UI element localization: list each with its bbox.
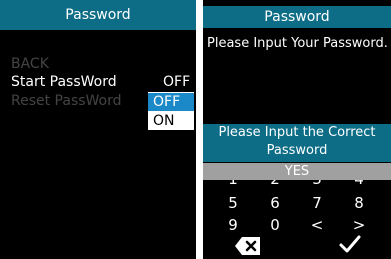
keypad-key-0[interactable]: 0 — [265, 216, 285, 234]
checkmark-icon[interactable] — [338, 233, 362, 255]
error-message: Please Input the Correct Password — [203, 124, 391, 162]
menu-item-back[interactable]: BACK — [11, 56, 49, 72]
keypad-key-left[interactable]: < — [307, 216, 327, 234]
keypad-key-partial[interactable]: 1 — [223, 180, 243, 189]
yes-button[interactable]: YES — [203, 163, 391, 180]
screen-title: Password — [0, 0, 196, 30]
keypad-key-partial[interactable]: 4 — [349, 180, 369, 189]
password-prompt: Please Input Your Password. — [207, 36, 388, 51]
keypad-key-right[interactable]: > — [349, 216, 369, 234]
keypad-key-7[interactable]: 7 — [307, 194, 327, 212]
on-off-dropdown: OFF ON — [147, 91, 195, 131]
keypad-key-partial[interactable]: 3 — [307, 180, 327, 189]
start-password-value: OFF — [163, 74, 191, 90]
keypad-key-6[interactable]: 6 — [265, 194, 285, 212]
menu-item-start-password[interactable]: Start PassWord — [11, 74, 117, 90]
keypad-key-9[interactable]: 9 — [223, 216, 243, 234]
screen-title: Password — [203, 6, 391, 28]
keypad-key-partial[interactable]: 2 — [265, 180, 285, 189]
backspace-icon[interactable] — [234, 236, 262, 256]
password-input-screen: Password Please Input Your Password. Ple… — [203, 0, 391, 259]
option-on[interactable]: ON — [148, 112, 194, 130]
keypad-key-5[interactable]: 5 — [223, 194, 243, 212]
keypad-key-8[interactable]: 8 — [349, 194, 369, 212]
password-settings-screen: Password BACK Start PassWord Reset PassW… — [0, 0, 196, 259]
menu-item-reset-password[interactable]: Reset PassWord — [11, 93, 122, 109]
option-off[interactable]: OFF — [148, 93, 194, 111]
